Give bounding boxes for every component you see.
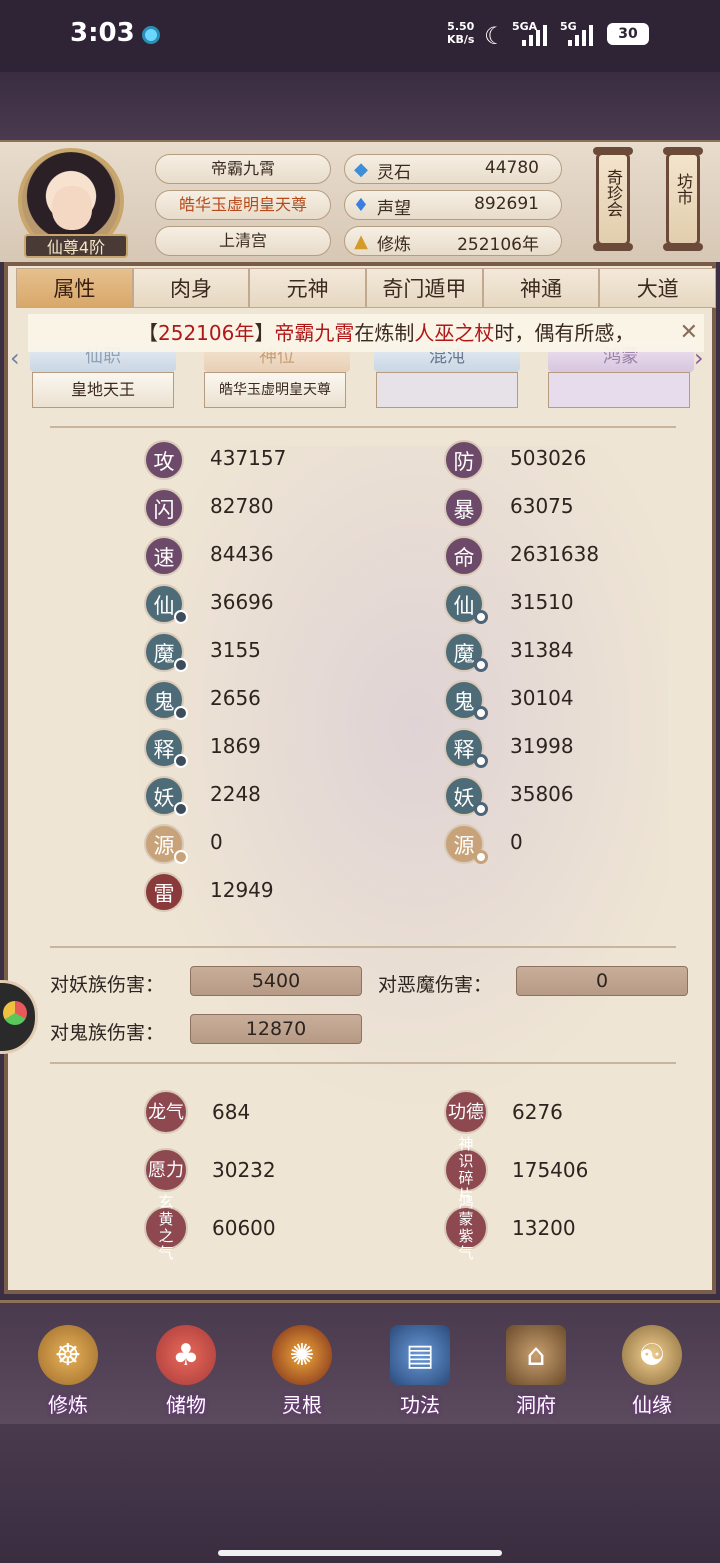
resource-reputation: ♦ 声望 892691: [344, 190, 562, 220]
slot-chaos[interactable]: [376, 372, 518, 408]
shield-icon: [474, 754, 488, 768]
home-indicator[interactable]: [218, 1550, 502, 1556]
nav-cultivate[interactable]: ☸ 修炼: [18, 1315, 118, 1419]
tab-dao[interactable]: 大道: [599, 268, 717, 308]
dmg-vs-ghost-label: 对鬼族伤害：: [50, 1022, 165, 1044]
battery-icon: 30: [607, 23, 649, 45]
left-arrow-icon[interactable]: ‹: [10, 344, 20, 372]
bag-icon: ♣: [156, 1325, 216, 1385]
shield-icon: [474, 658, 488, 672]
main-tabs: 属性 肉身 元神 奇门遁甲 神通 大道: [16, 268, 717, 310]
slot-divine-rank[interactable]: 皓华玉虚明皇天尊: [204, 372, 346, 408]
shield-icon: [474, 850, 488, 864]
tab-body[interactable]: 肉身: [132, 268, 250, 308]
bottom-decor: [0, 1424, 720, 1563]
nav-storage[interactable]: ♣ 储物: [136, 1315, 236, 1419]
info-icon: [174, 658, 188, 672]
reputation-icon: ♦: [352, 195, 370, 216]
slot-immortal-post[interactable]: 皇地天王: [32, 372, 174, 408]
divider: [50, 946, 676, 948]
player-sect: 上清宫: [155, 226, 331, 256]
shield-icon: [474, 706, 488, 720]
bottom-nav: ☸ 修炼 ♣ 储物 ✺ 灵根 ▤ 功法 ⌂ 洞府 ☯ 仙缘: [0, 1300, 720, 1424]
divider: [50, 1062, 676, 1064]
status-bar: 3:03 5.50 KB/s ☾ 5GA 5G 30: [0, 0, 720, 72]
shield-icon: [474, 610, 488, 624]
dmg-vs-demon-label: 对恶魔伤害：: [378, 974, 493, 996]
pavilion-icon: ⌂: [506, 1325, 566, 1385]
tab-powers[interactable]: 神通: [482, 268, 600, 308]
tab-attributes[interactable]: 属性: [16, 268, 133, 308]
cultivation-icon: ▲: [354, 231, 368, 252]
signal-bars-icon: [522, 22, 547, 46]
market-button[interactable]: 坊市: [663, 147, 703, 251]
close-icon[interactable]: ✕: [680, 314, 698, 352]
info-icon: [174, 802, 188, 816]
info-icon: [174, 850, 188, 864]
resource-spirit-stone: ◆ 灵石 44780: [344, 154, 562, 184]
player-title: 皓华玉虚明皇天尊: [155, 190, 331, 220]
info-icon: [174, 754, 188, 768]
spirit-stone-icon: ◆: [354, 159, 368, 180]
player-name: 帝霸九霄: [155, 154, 331, 184]
dmg-vs-yao-value: 5400: [190, 966, 362, 996]
dmg-vs-yao-label: 对妖族伤害：: [50, 974, 165, 996]
resource-cultivation: ▲ 修炼 252106年: [344, 226, 562, 256]
treasure-auction-button[interactable]: 奇珍会: [593, 147, 633, 251]
news-ticker: 【252106年】帝霸九霄在炼制人巫之杖时，偶有所感， ✕: [28, 314, 704, 352]
tab-qimen[interactable]: 奇门遁甲: [366, 268, 483, 308]
dmg-vs-ghost-value: 12870: [190, 1014, 362, 1044]
tab-spirit[interactable]: 元神: [249, 268, 367, 308]
slot-hongmeng[interactable]: [548, 372, 690, 408]
player-rank: 仙尊4阶: [24, 234, 128, 258]
triskelion-icon: ✺: [272, 1325, 332, 1385]
nav-spirit-root[interactable]: ✺ 灵根: [252, 1315, 352, 1419]
divider: [50, 426, 676, 428]
info-icon: [174, 610, 188, 624]
app-notification-icon: [142, 26, 160, 44]
net-speed: 5.50 KB/s: [447, 20, 475, 46]
dmg-vs-demon-value: 0: [516, 966, 688, 996]
yin-yang-icon: ☯: [622, 1325, 682, 1385]
attributes-panel: 属性 肉身 元神 奇门遁甲 神通 大道 仙职 神位 混沌 鸿蒙 ‹ › 皇地天王…: [4, 262, 717, 1294]
shield-icon: [474, 802, 488, 816]
info-icon: [174, 706, 188, 720]
clock: 3:03: [70, 18, 135, 48]
nav-fate[interactable]: ☯ 仙缘: [602, 1315, 702, 1419]
monk-icon: ☸: [38, 1325, 98, 1385]
nav-cave[interactable]: ⌂ 洞府: [486, 1315, 586, 1419]
top-decor: [0, 72, 720, 142]
nav-techniques[interactable]: ▤ 功法: [370, 1315, 470, 1419]
signal-bars-2-icon: [568, 22, 593, 46]
dnd-moon-icon: ☾: [484, 22, 506, 50]
book-icon: ▤: [390, 1325, 450, 1385]
